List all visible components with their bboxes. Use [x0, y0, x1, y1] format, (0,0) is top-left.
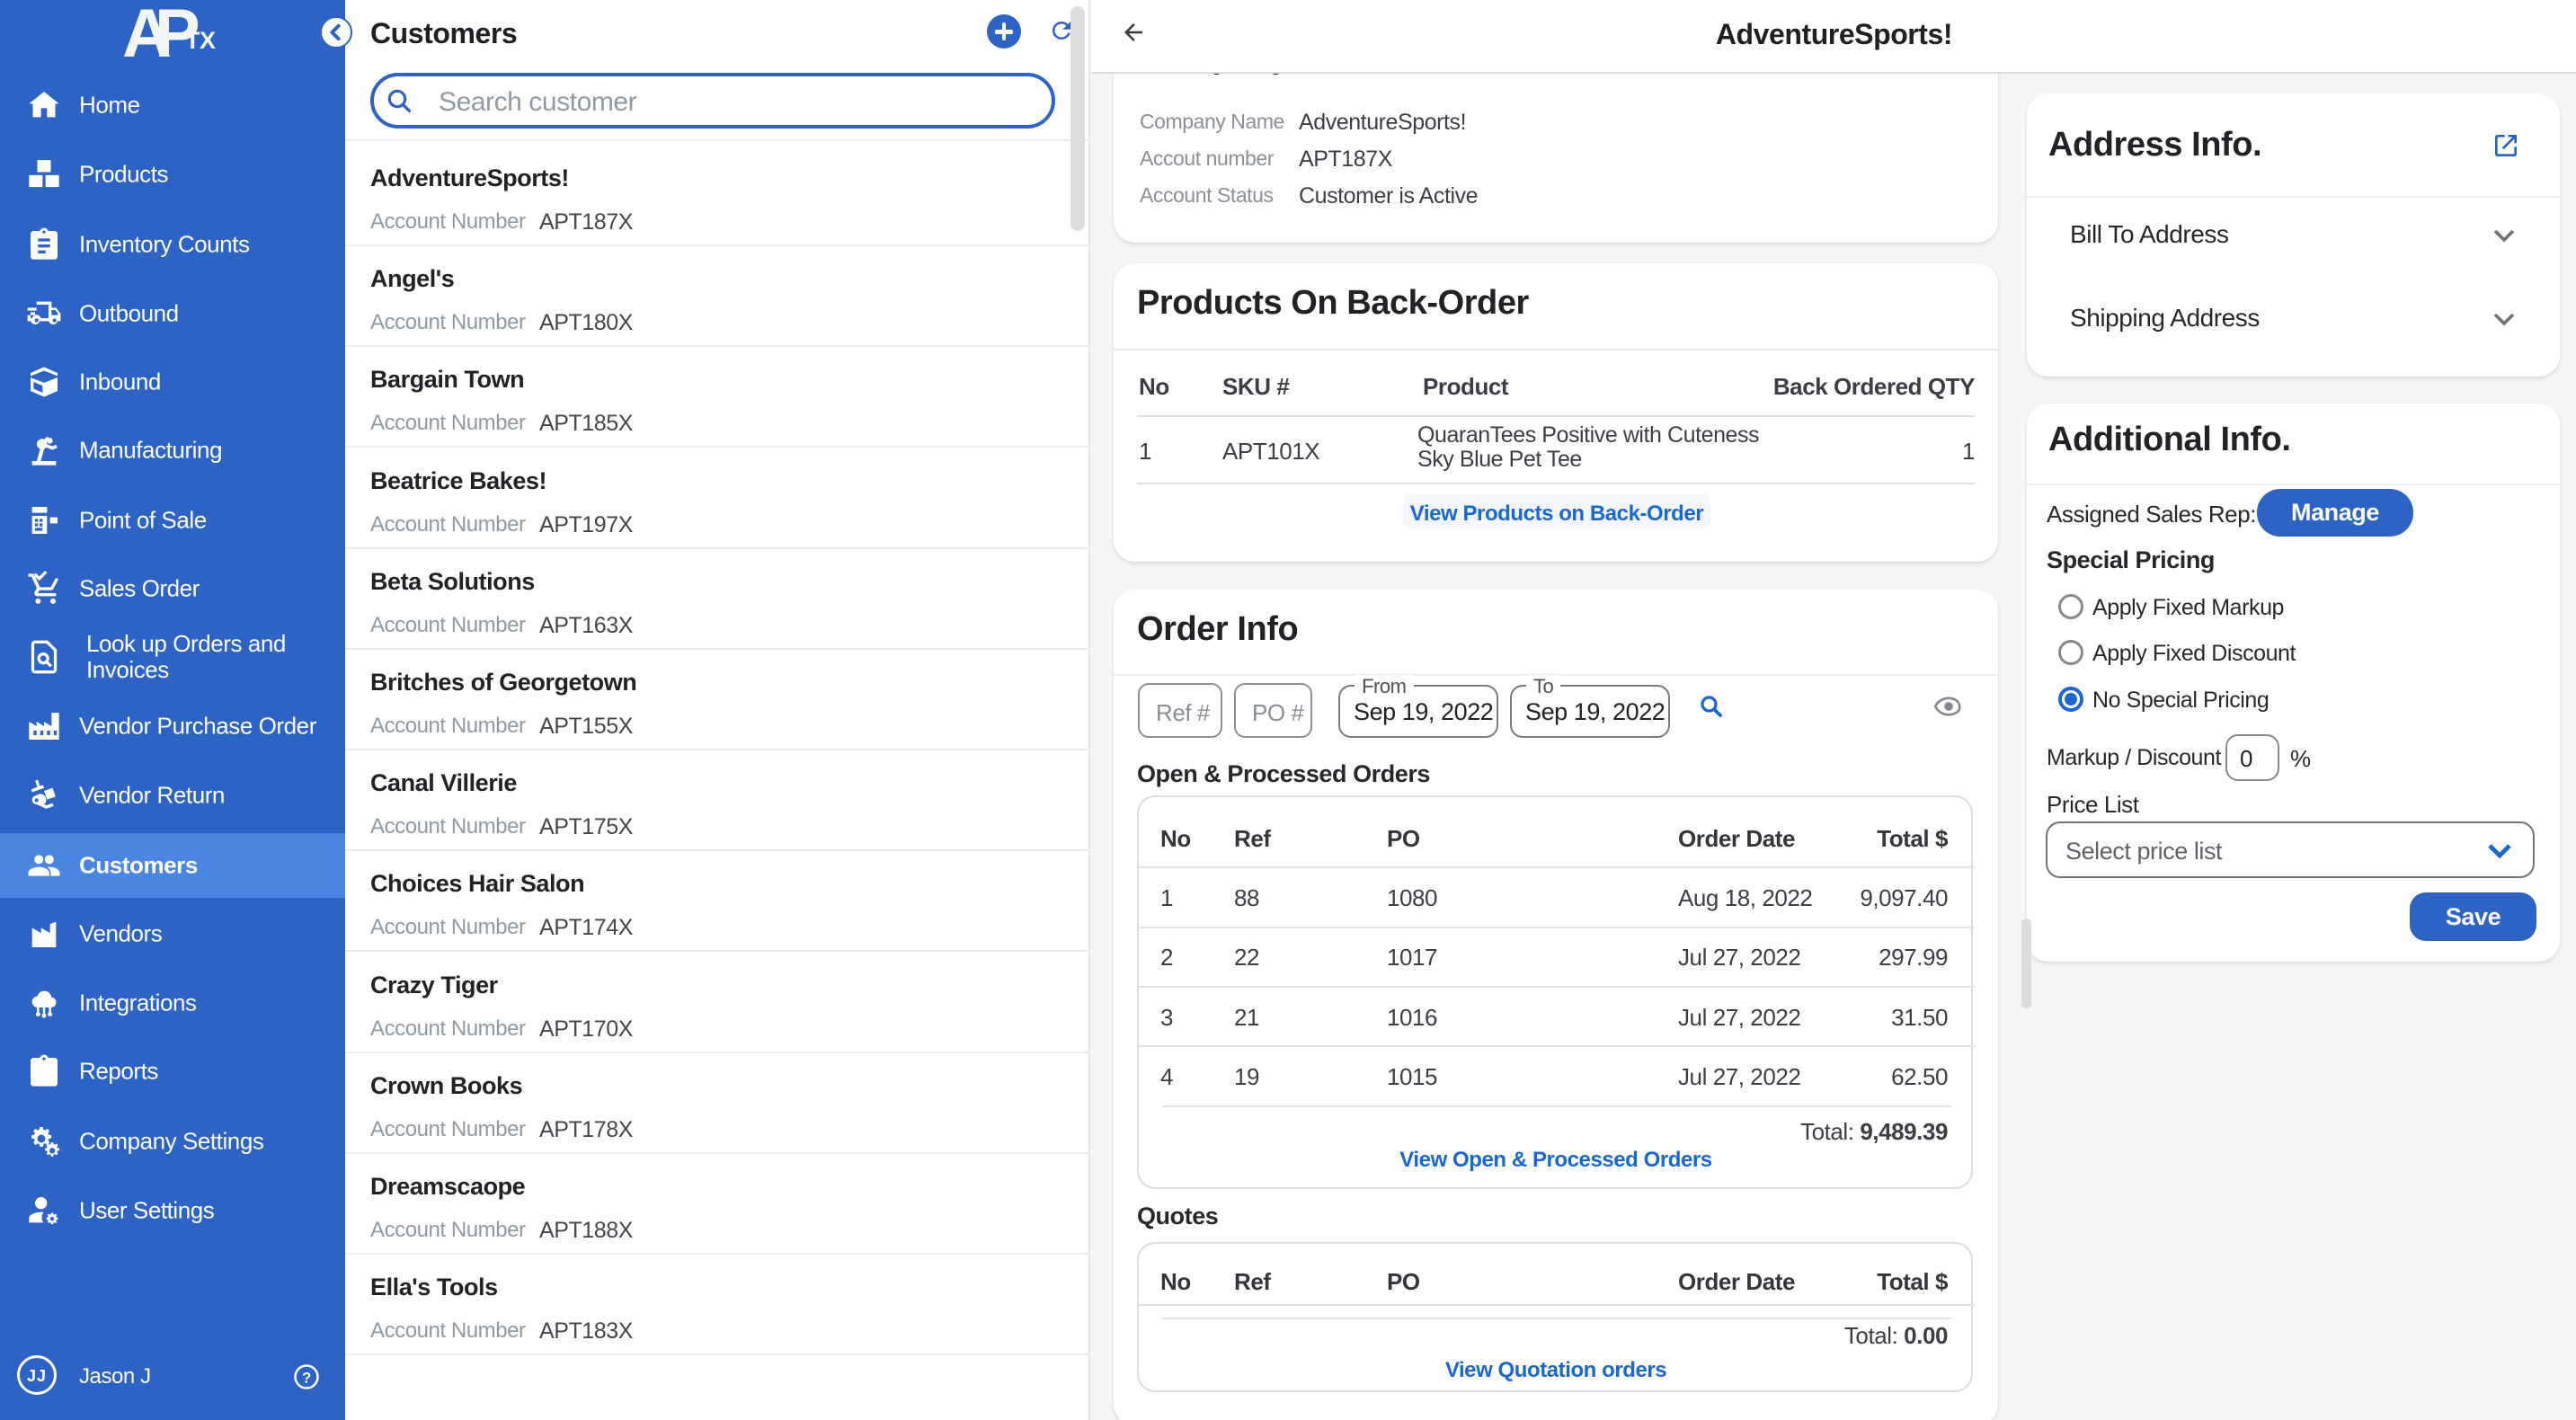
svg-text:?: ?: [302, 1369, 311, 1386]
